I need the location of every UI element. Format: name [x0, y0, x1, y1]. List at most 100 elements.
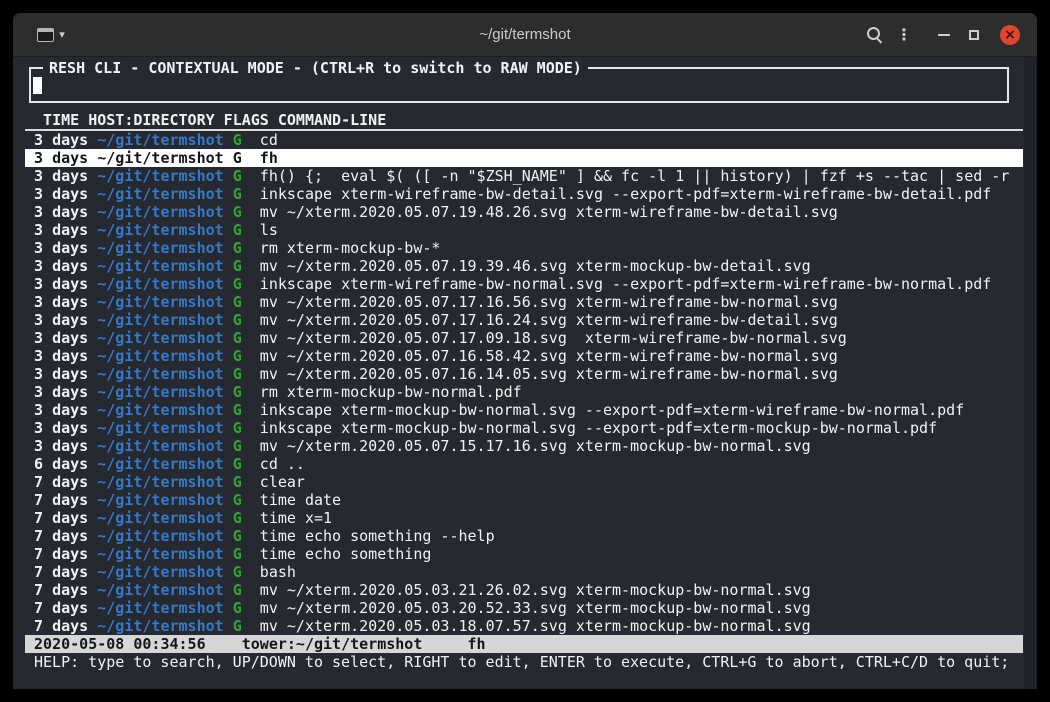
row-host: ~/git/termshot	[88, 617, 223, 635]
history-row[interactable]: 3 days ~/git/termshot G inkscape xterm-m…	[25, 401, 1023, 419]
row-time: 3 days	[25, 257, 88, 275]
row-flags: G	[224, 419, 242, 437]
row-time: 7 days	[25, 563, 88, 581]
history-row[interactable]: 7 days ~/git/termshot G clear	[25, 473, 1023, 491]
row-flags: G	[224, 599, 242, 617]
history-row[interactable]: 7 days ~/git/termshot G time echo someth…	[25, 527, 1023, 545]
row-flags: G	[224, 437, 242, 455]
row-time: 3 days	[25, 437, 88, 455]
history-row[interactable]: 3 days ~/git/termshot G mv ~/xterm.2020.…	[25, 365, 1023, 383]
history-row[interactable]: 3 days ~/git/termshot G fh() {; eval $( …	[25, 167, 1023, 185]
restore-button[interactable]	[959, 20, 989, 50]
row-time: 3 days	[25, 221, 88, 239]
history-row[interactable]: 7 days ~/git/termshot G time echo someth…	[25, 545, 1023, 563]
row-flags: G	[224, 383, 242, 401]
status-bar: 2020-05-08 00:34:56 tower:~/git/termshot…	[25, 635, 1023, 653]
row-time: 3 days	[25, 185, 88, 203]
row-host: ~/git/termshot	[88, 239, 223, 257]
row-time: 3 days	[25, 329, 88, 347]
row-flags: G	[224, 311, 242, 329]
row-command: time x=1	[242, 509, 332, 527]
history-row[interactable]: 3 days ~/git/termshot G mv ~/xterm.2020.…	[25, 311, 1023, 329]
row-host: ~/git/termshot	[88, 437, 223, 455]
scrollbar[interactable]	[1024, 57, 1037, 689]
help-line: HELP: type to search, UP/DOWN to select,…	[25, 653, 1023, 671]
history-row[interactable]: 7 days ~/git/termshot G mv ~/xterm.2020.…	[25, 581, 1023, 599]
row-host: ~/git/termshot	[88, 527, 223, 545]
terminal-content[interactable]: RESH CLI - CONTEXTUAL MODE - (CTRL+R to …	[13, 57, 1037, 689]
titlebar-left: ▾	[25, 20, 77, 50]
history-row[interactable]: 3 days ~/git/termshot G fh	[25, 149, 1023, 167]
row-flags: G	[224, 257, 242, 275]
history-row[interactable]: 3 days ~/git/termshot G ls	[25, 221, 1023, 239]
row-command: mv ~/xterm.2020.05.03.18.07.57.svg xterm…	[242, 617, 811, 635]
row-flags: G	[224, 293, 242, 311]
row-time: 7 days	[25, 509, 88, 527]
history-row[interactable]: 3 days ~/git/termshot G inkscape xterm-w…	[25, 275, 1023, 293]
titlebar-right: ⋮ ×	[859, 20, 1025, 50]
history-row[interactable]: 3 days ~/git/termshot G mv ~/xterm.2020.…	[25, 437, 1023, 455]
kebab-menu-icon: ⋮	[896, 25, 912, 44]
close-button[interactable]: ×	[995, 20, 1025, 50]
row-command: inkscape xterm-mockup-bw-normal.svg --ex…	[242, 419, 937, 437]
history-row[interactable]: 3 days ~/git/termshot G inkscape xterm-w…	[25, 185, 1023, 203]
row-flags: G	[224, 221, 242, 239]
row-host: ~/git/termshot	[88, 347, 223, 365]
history-row[interactable]: 7 days ~/git/termshot G time date	[25, 491, 1023, 509]
row-host: ~/git/termshot	[88, 167, 223, 185]
minimize-icon	[938, 34, 950, 36]
chevron-down-icon: ▾	[59, 28, 65, 41]
row-host: ~/git/termshot	[88, 545, 223, 563]
row-time: 3 days	[25, 401, 88, 419]
row-time: 3 days	[25, 203, 88, 221]
history-row[interactable]: 3 days ~/git/termshot G rm xterm-mockup-…	[25, 383, 1023, 401]
history-row[interactable]: 7 days ~/git/termshot G mv ~/xterm.2020.…	[25, 617, 1023, 635]
row-command: mv ~/xterm.2020.05.07.17.16.56.svg xterm…	[242, 293, 838, 311]
history-row[interactable]: 3 days ~/git/termshot G mv ~/xterm.2020.…	[25, 257, 1023, 275]
row-command: mv ~/xterm.2020.05.03.20.52.33.svg xterm…	[242, 599, 811, 617]
history-row[interactable]: 3 days ~/git/termshot G cd	[25, 131, 1023, 149]
history-row[interactable]: 3 days ~/git/termshot G mv ~/xterm.2020.…	[25, 293, 1023, 311]
history-row[interactable]: 7 days ~/git/termshot G bash	[25, 563, 1023, 581]
row-flags: G	[224, 509, 242, 527]
row-command: mv ~/xterm.2020.05.07.16.58.42.svg xterm…	[242, 347, 838, 365]
row-flags: G	[224, 455, 242, 473]
menu-button[interactable]: ⋮	[889, 20, 919, 50]
row-time: 7 days	[25, 545, 88, 563]
row-flags: G	[224, 491, 242, 509]
history-row[interactable]: 3 days ~/git/termshot G mv ~/xterm.2020.…	[25, 329, 1023, 347]
history-list: 3 days ~/git/termshot G cd 3 days ~/git/…	[25, 131, 1023, 635]
row-command: mv ~/xterm.2020.05.03.21.26.02.svg xterm…	[242, 581, 811, 599]
row-time: 3 days	[25, 239, 88, 257]
row-time: 3 days	[25, 149, 88, 167]
row-command: bash	[242, 563, 296, 581]
row-command: cd ..	[242, 455, 305, 473]
row-time: 3 days	[25, 365, 88, 383]
history-row[interactable]: 7 days ~/git/termshot G mv ~/xterm.2020.…	[25, 599, 1023, 617]
row-host: ~/git/termshot	[88, 257, 223, 275]
row-flags: G	[224, 185, 242, 203]
minimize-button[interactable]	[929, 20, 959, 50]
row-command: cd	[242, 131, 278, 149]
row-flags: G	[224, 617, 242, 635]
row-time: 7 days	[25, 617, 88, 635]
history-row[interactable]: 3 days ~/git/termshot G rm xterm-mockup-…	[25, 239, 1023, 257]
row-flags: G	[224, 563, 242, 581]
row-time: 3 days	[25, 131, 88, 149]
row-time: 7 days	[25, 599, 88, 617]
history-row[interactable]: 3 days ~/git/termshot G inkscape xterm-m…	[25, 419, 1023, 437]
row-host: ~/git/termshot	[88, 131, 223, 149]
row-flags: G	[224, 545, 242, 563]
row-command: mv ~/xterm.2020.05.07.19.48.26.svg xterm…	[242, 203, 838, 221]
history-row[interactable]: 7 days ~/git/termshot G time x=1	[25, 509, 1023, 527]
resh-search-box[interactable]: RESH CLI - CONTEXTUAL MODE - (CTRL+R to …	[29, 67, 1009, 103]
row-host: ~/git/termshot	[88, 311, 223, 329]
new-tab-button[interactable]: ▾	[25, 20, 77, 50]
history-row[interactable]: 3 days ~/git/termshot G mv ~/xterm.2020.…	[25, 347, 1023, 365]
row-command: time date	[242, 491, 341, 509]
titlebar[interactable]: ▾ ~/git/termshot ⋮ ×	[13, 13, 1037, 57]
search-button[interactable]	[859, 20, 889, 50]
row-flags: G	[224, 347, 242, 365]
history-row[interactable]: 3 days ~/git/termshot G mv ~/xterm.2020.…	[25, 203, 1023, 221]
history-row[interactable]: 6 days ~/git/termshot G cd ..	[25, 455, 1023, 473]
